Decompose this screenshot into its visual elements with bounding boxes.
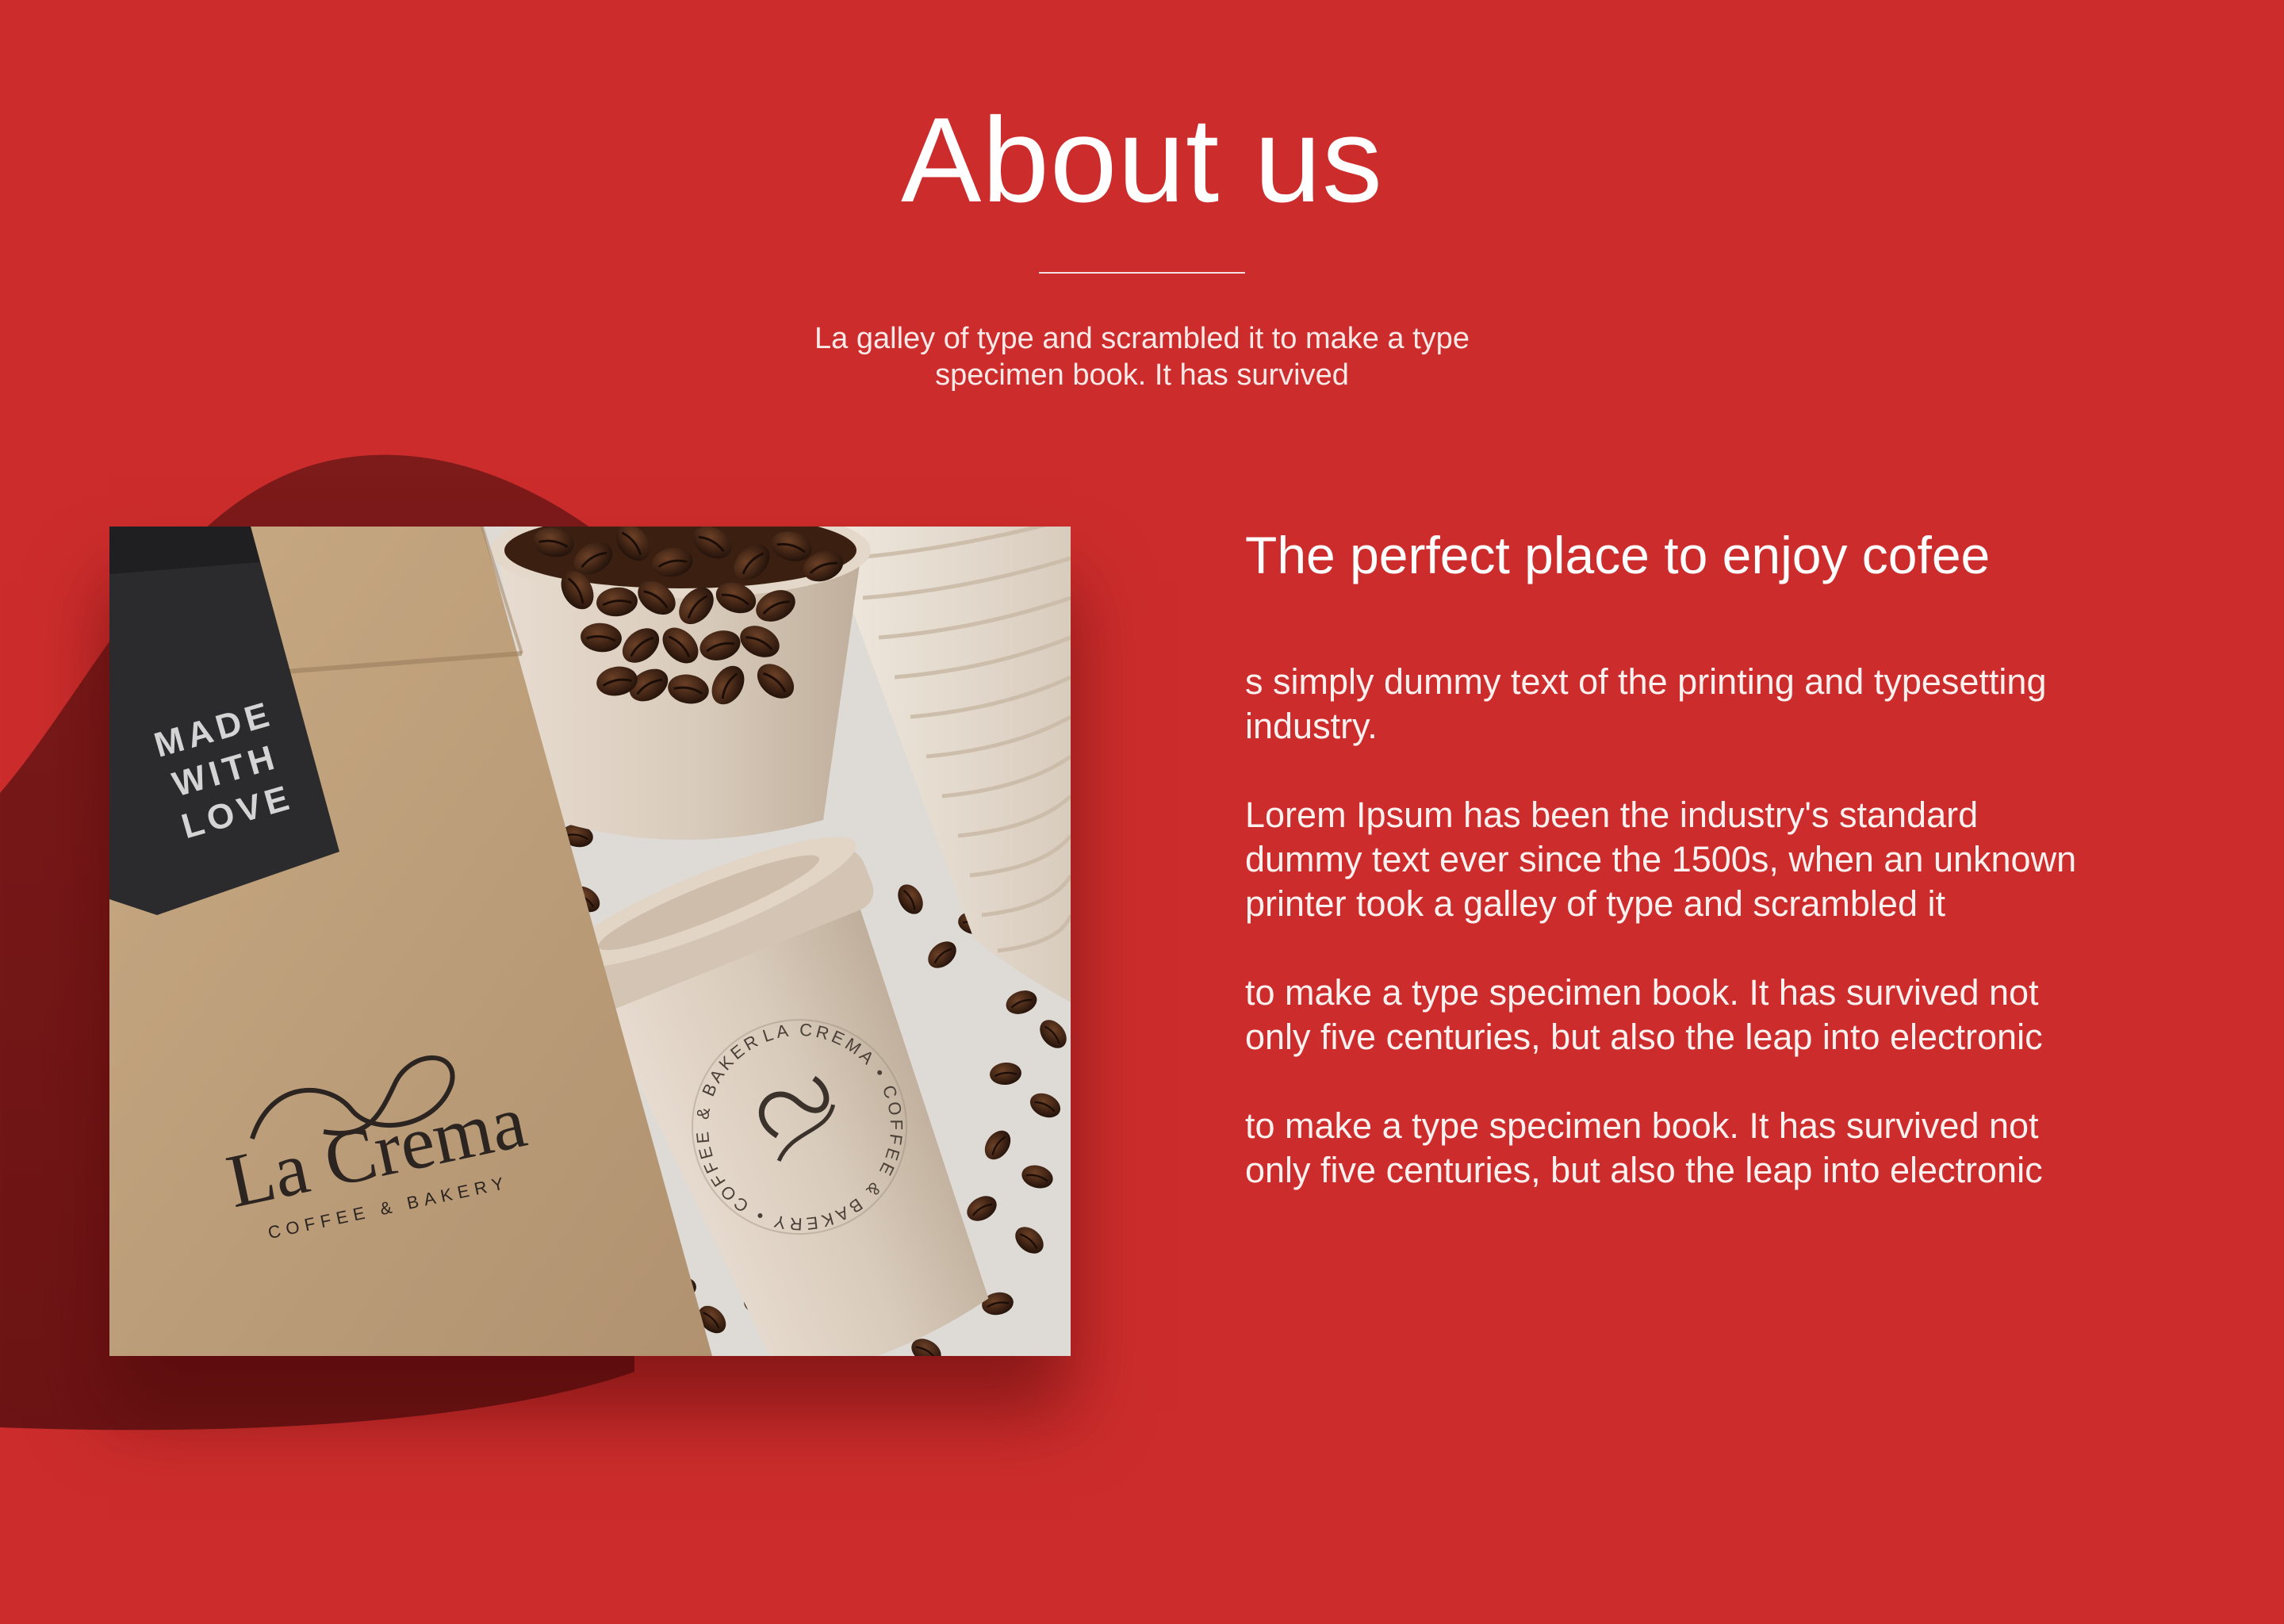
paragraph-line: industry.: [1245, 706, 1378, 746]
paragraph: s simply dummy text of the printing and …: [1245, 660, 2149, 749]
page-title: About us: [901, 93, 1383, 228]
photo-illustration: LA CREMA • COFFEE & BAKERY • COFFEE & BA…: [109, 527, 1071, 1356]
coffee-bag-and-cup-photo: LA CREMA • COFFEE & BAKERY • COFFEE & BA…: [109, 527, 1071, 1356]
paragraph-line: Lorem Ipsum has been the industry's stan…: [1245, 795, 1979, 835]
intro-line: La galley of type and scrambled it to ma…: [814, 322, 1470, 355]
paragraph-line: only five centuries, but also the leap i…: [1245, 1150, 2043, 1190]
content-heading: The perfect place to enjoy cofee: [1245, 526, 1991, 584]
title-divider: [1039, 272, 1245, 274]
intro-text: La galley of type and scrambled it to ma…: [745, 320, 1539, 393]
paragraph-line: to make a type specimen book. It has sur…: [1245, 1105, 2039, 1146]
paragraph-line: only five centuries, but also the leap i…: [1245, 1017, 2043, 1057]
intro-line: specimen book. It has survived: [935, 358, 1349, 392]
paragraph: to make a type specimen book. It has sur…: [1245, 1104, 2149, 1193]
paragraph-line: printer took a galley of type and scramb…: [1245, 883, 1945, 924]
paragraph: to make a type specimen book. It has sur…: [1245, 971, 2149, 1059]
paragraph: Lorem Ipsum has been the industry's stan…: [1245, 793, 2149, 926]
paragraph-line: s simply dummy text of the printing and …: [1245, 661, 2047, 702]
paragraph-line: to make a type specimen book. It has sur…: [1245, 972, 2039, 1013]
about-content: The perfect place to enjoy cofee s simpl…: [1245, 523, 2149, 1193]
paragraph-line: dummy text ever since the 1500s, when an…: [1245, 839, 2077, 879]
